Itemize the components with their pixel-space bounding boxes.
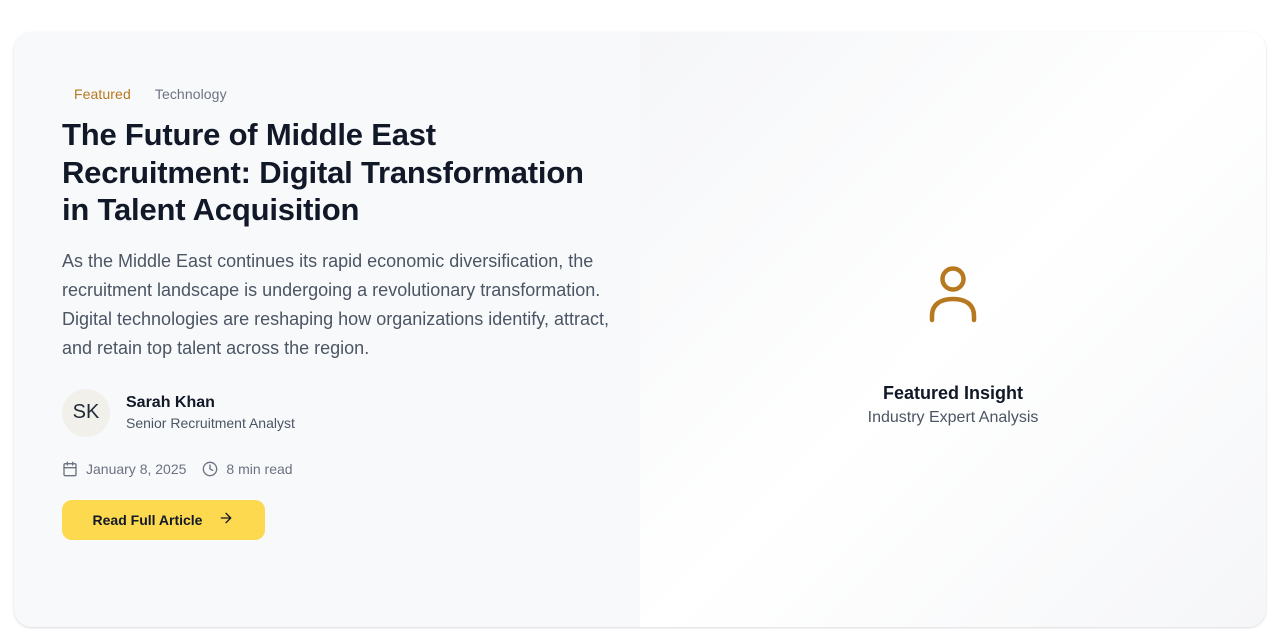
article-title[interactable]: The Future of Middle East Recruitment: D… <box>62 116 612 229</box>
read-full-article-label: Read Full Article <box>92 511 203 528</box>
calendar-icon <box>62 461 78 477</box>
article-tags: Featured Technology <box>62 84 612 104</box>
author-role: Senior Recruitment Analyst <box>126 415 295 431</box>
insight-subtitle: Industry Expert Analysis <box>867 409 1039 426</box>
publish-date: January 8, 2025 <box>62 461 186 477</box>
author-info: Sarah Khan Senior Recruitment Analyst <box>126 394 295 431</box>
read-time: 8 min read <box>202 460 293 477</box>
clock-icon <box>202 461 218 477</box>
read-full-article-button[interactable]: Read Full Article <box>62 499 265 540</box>
article-content: Featured Technology The Future of Middle… <box>14 32 640 627</box>
article-meta: January 8, 2025 8 min read <box>62 461 612 477</box>
category-tag[interactable]: Technology <box>155 86 227 102</box>
article-excerpt: As the Middle East continues its rapid e… <box>62 250 609 358</box>
author-avatar: SK <box>62 388 110 437</box>
insight-title: Featured Insight <box>882 383 1023 403</box>
author-name: Sarah Khan <box>126 394 215 411</box>
author-block: SK Sarah Khan Senior Recruitment Analyst <box>62 388 612 437</box>
arrow-right-icon <box>218 510 234 529</box>
featured-article-card: Featured Technology The Future of Middle… <box>14 32 1266 627</box>
read-time-text: 8 min read <box>226 460 293 477</box>
publish-date-text: January 8, 2025 <box>86 460 187 477</box>
featured-tag: Featured <box>74 86 131 102</box>
featured-insight: Featured Insight Industry Expert Analysi… <box>640 266 1266 427</box>
user-icon <box>927 266 979 331</box>
featured-insight-panel: Featured Insight Industry Expert Analysi… <box>640 32 1266 627</box>
